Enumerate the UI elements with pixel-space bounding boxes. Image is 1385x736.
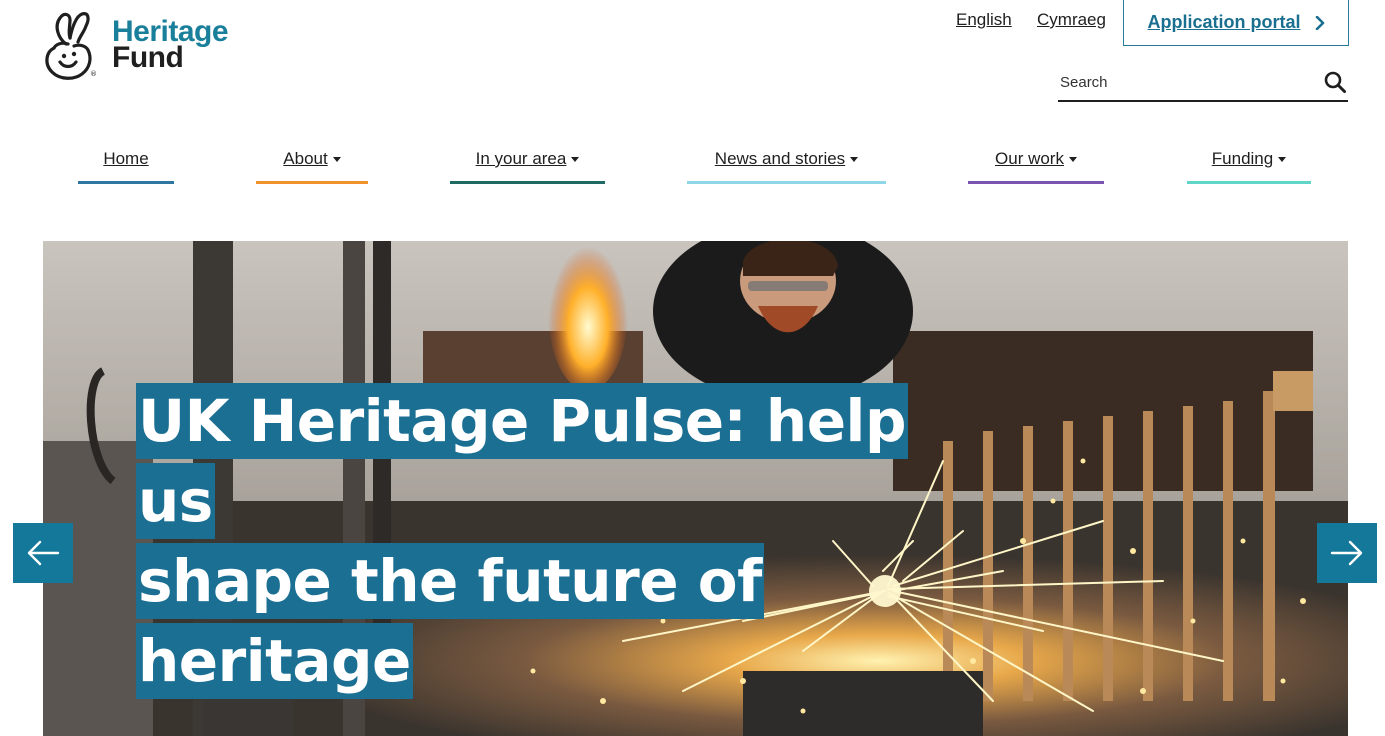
nav-item-funding[interactable]: Funding	[1187, 140, 1311, 184]
caret-down-icon	[332, 157, 341, 163]
caret-down-icon	[571, 157, 580, 163]
nav-underline-bar	[78, 181, 174, 184]
carousel-next-button[interactable]	[1317, 523, 1377, 583]
nav-underline-bar	[256, 181, 368, 184]
nav-underline-bar	[450, 181, 605, 184]
nav-item-our-work[interactable]: Our work	[968, 140, 1104, 184]
nav-label: About	[283, 149, 328, 168]
carousel-prev-button[interactable]	[13, 523, 73, 583]
main-navigation: Home About In your area News and stories…	[0, 140, 1385, 190]
nav-underline-bar	[968, 181, 1104, 184]
caret-down-icon	[1278, 157, 1287, 163]
nav-item-in-your-area[interactable]: In your area	[450, 140, 605, 184]
nav-underline-bar	[1187, 181, 1311, 184]
hero-headline-line: heritage	[136, 623, 413, 699]
application-portal-label: Application portal	[1147, 12, 1301, 32]
nav-label: In your area	[475, 149, 567, 168]
arrow-left-icon	[27, 540, 60, 566]
nav-item-home[interactable]: Home	[78, 140, 174, 184]
nav-item-news-and-stories[interactable]: News and stories	[687, 140, 886, 184]
nav-underline-bar	[687, 181, 886, 184]
search-input[interactable]	[1058, 73, 1308, 91]
search-bar	[1058, 64, 1348, 102]
svg-text:®: ®	[90, 70, 97, 78]
nav-label: News and stories	[714, 149, 846, 168]
arrow-right-icon	[1330, 540, 1363, 566]
heritage-fund-logo[interactable]: ® Heritage Fund	[40, 6, 250, 84]
logo-text-line2: Fund	[112, 41, 184, 74]
hero-carousel-slide[interactable]: UK Heritage Pulse: help us shape the fut…	[43, 241, 1348, 736]
nav-item-about[interactable]: About	[256, 140, 368, 184]
nav-label: Funding	[1211, 149, 1274, 168]
application-portal-button[interactable]: Application portal	[1123, 0, 1349, 46]
hero-headline-line: UK Heritage Pulse: help us	[136, 383, 908, 539]
nav-label: Home	[103, 149, 149, 168]
language-english-link[interactable]: English	[956, 10, 1012, 30]
hero-headline[interactable]: UK Heritage Pulse: help us shape the fut…	[136, 381, 956, 701]
hero-headline-line: shape the future of	[136, 543, 764, 619]
nav-label: Our work	[995, 149, 1064, 168]
crossed-fingers-hand-icon: ®	[45, 12, 97, 80]
chevron-right-icon	[1315, 15, 1324, 30]
search-icon[interactable]	[1324, 71, 1346, 93]
language-cymraeg-link[interactable]: Cymraeg	[1037, 10, 1106, 30]
caret-down-icon	[850, 157, 859, 163]
caret-down-icon	[1068, 157, 1077, 163]
